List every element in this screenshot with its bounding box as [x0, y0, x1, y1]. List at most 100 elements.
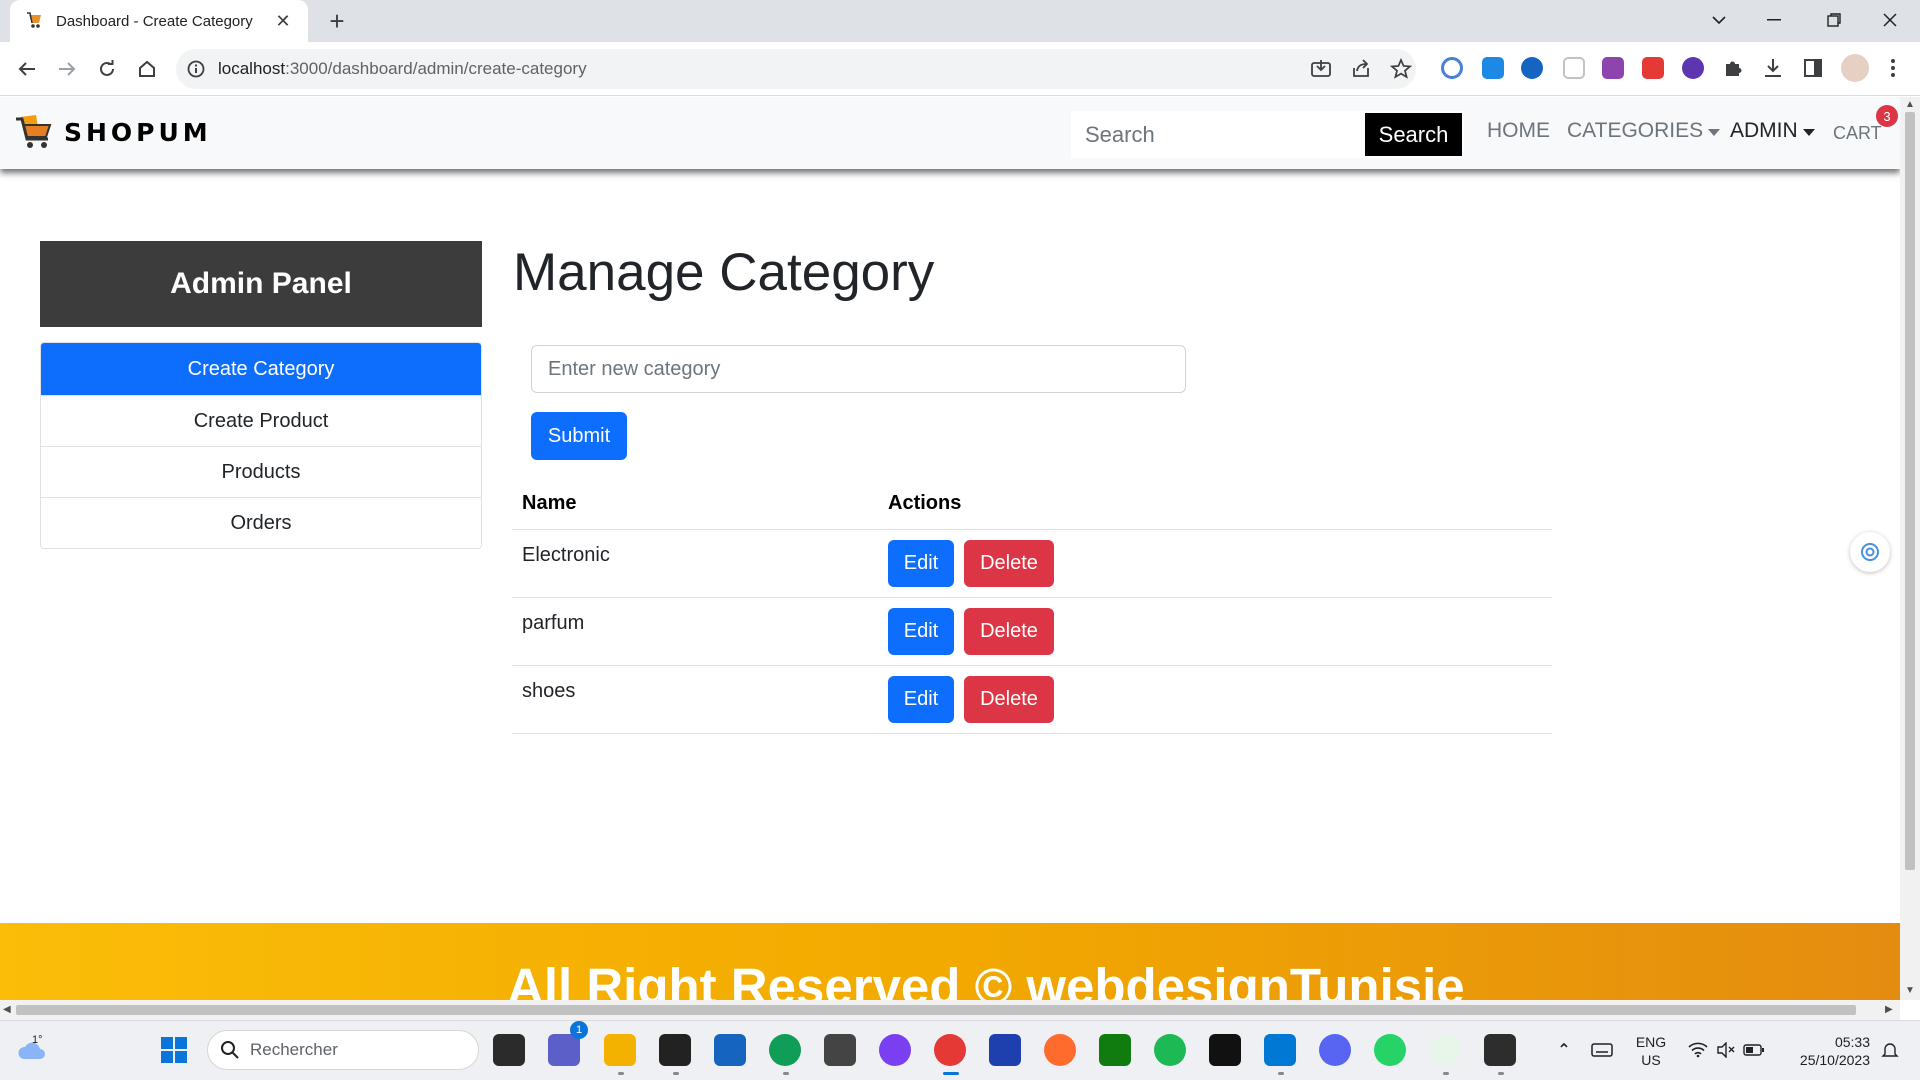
- close-window-button[interactable]: [1868, 0, 1912, 40]
- new-category-input[interactable]: [531, 345, 1186, 393]
- windows-start-icon[interactable]: [158, 1034, 190, 1066]
- discord-icon[interactable]: [1319, 1034, 1351, 1066]
- downloads-icon[interactable]: [1762, 57, 1784, 79]
- taskbar-search-placeholder: Rechercher: [250, 1040, 338, 1059]
- shop-favicon-icon: [26, 11, 46, 31]
- running-indicator: [618, 1072, 624, 1075]
- brand-link[interactable]: SHOPUM: [14, 113, 212, 151]
- scroll-up-arrow-icon[interactable]: ▲: [1905, 99, 1915, 110]
- site-search-button[interactable]: Search: [1363, 111, 1464, 158]
- extension-globe-icon[interactable]: [1682, 57, 1704, 79]
- spotify-icon[interactable]: [1154, 1034, 1186, 1066]
- dev-tool-icon[interactable]: [824, 1034, 856, 1066]
- table-header-row: Name Actions: [512, 479, 1552, 530]
- side-panel-icon[interactable]: [1802, 57, 1824, 79]
- shopping-cart-logo-icon: [14, 113, 54, 151]
- vscode-icon[interactable]: [1264, 1034, 1296, 1066]
- horizontal-scrollbar[interactable]: ◀ ▶: [0, 1000, 1900, 1020]
- back-arrow-icon[interactable]: [12, 54, 42, 84]
- category-name: Electronic: [512, 529, 878, 598]
- tab-close-icon[interactable]: ✕: [272, 10, 294, 32]
- vertical-scroll-thumb[interactable]: [1905, 112, 1915, 870]
- teams-icon[interactable]: [548, 1034, 580, 1066]
- sticky-notes-icon[interactable]: [659, 1034, 691, 1066]
- delete-button[interactable]: Delete: [964, 539, 1054, 587]
- weather-temp: 1°: [32, 1034, 43, 1046]
- column-header-name: Name: [512, 479, 878, 530]
- notification-bell-icon[interactable]: [1874, 1034, 1906, 1066]
- browser-menu-icon[interactable]: [1882, 57, 1904, 79]
- site-navbar: SHOPUM Search HOME CATEGORIES ADMIN CART…: [0, 97, 1900, 169]
- site-search-input[interactable]: [1071, 111, 1363, 158]
- address-bar[interactable]: localhost:3000/dashboard/admin/create-ca…: [176, 49, 1416, 89]
- messenger-icon[interactable]: [879, 1034, 911, 1066]
- forward-arrow-icon[interactable]: [52, 54, 82, 84]
- terminal-icon[interactable]: [1484, 1034, 1516, 1066]
- home-icon[interactable]: [132, 54, 162, 84]
- whatsapp-icon[interactable]: [1374, 1034, 1406, 1066]
- clock-time: 05:33: [1834, 1034, 1870, 1050]
- app-icon[interactable]: [989, 1034, 1021, 1066]
- horizontal-scroll-thumb[interactable]: [16, 1005, 1856, 1015]
- nav-cart-link[interactable]: CART: [1833, 123, 1882, 144]
- caret-down-icon: [1708, 128, 1721, 136]
- edit-button[interactable]: Edit: [888, 675, 954, 723]
- delete-button[interactable]: Delete: [964, 675, 1054, 723]
- restore-button[interactable]: [1812, 0, 1856, 40]
- chatgpt-assistant-icon[interactable]: [1850, 532, 1890, 572]
- scroll-right-arrow-icon[interactable]: ▶: [1885, 1004, 1893, 1015]
- microsoft-store-icon[interactable]: [714, 1034, 746, 1066]
- edge-icon[interactable]: [769, 1034, 801, 1066]
- tray-chevron-up-icon[interactable]: ⌃: [1548, 1034, 1580, 1066]
- scroll-left-arrow-icon[interactable]: ◀: [3, 1004, 11, 1015]
- admin-menu-create-category[interactable]: Create Category: [41, 343, 481, 395]
- extension-circle-icon[interactable]: [1441, 57, 1463, 79]
- scroll-down-arrow-icon[interactable]: ▼: [1905, 985, 1915, 996]
- extension-copy-icon[interactable]: [1563, 57, 1585, 79]
- search-icon: [221, 1041, 239, 1059]
- nav-home-link[interactable]: HOME: [1487, 119, 1550, 143]
- extension-drop-icon[interactable]: [1482, 57, 1504, 79]
- share-icon[interactable]: [1350, 58, 1372, 80]
- admin-menu-products[interactable]: Products: [41, 446, 481, 497]
- nav-categories-dropdown[interactable]: CATEGORIES: [1567, 119, 1721, 143]
- tab-search-chevron-icon[interactable]: [1697, 0, 1741, 40]
- keyboard-layout: US: [1641, 1052, 1661, 1068]
- taskbar-search[interactable]: Rechercher: [207, 1030, 479, 1070]
- extension-blue-icon[interactable]: [1521, 57, 1543, 79]
- edit-button[interactable]: Edit: [888, 607, 954, 655]
- postman-icon[interactable]: [1044, 1034, 1076, 1066]
- delete-button[interactable]: Delete: [964, 607, 1054, 655]
- extension-red-icon[interactable]: [1642, 57, 1664, 79]
- extensions-puzzle-icon[interactable]: [1722, 57, 1744, 79]
- url-host: localhost: [218, 59, 286, 78]
- taskbar-clock[interactable]: 05:33 25/10/2023: [1780, 1033, 1870, 1069]
- row-actions: Edit Delete: [878, 665, 1552, 734]
- profile-avatar[interactable]: [1841, 54, 1869, 82]
- language-indicator[interactable]: ENG US: [1634, 1033, 1668, 1069]
- running-indicator: [1278, 1072, 1284, 1075]
- adobe-icon[interactable]: [1209, 1034, 1241, 1066]
- mongodb-icon[interactable]: [1429, 1034, 1461, 1066]
- chrome-icon[interactable]: [934, 1034, 966, 1066]
- minimize-button[interactable]: [1752, 0, 1796, 40]
- edit-button[interactable]: Edit: [888, 539, 954, 587]
- keyboard-icon[interactable]: [1586, 1034, 1618, 1066]
- task-view-icon[interactable]: [493, 1034, 525, 1066]
- battery-icon[interactable]: [1738, 1034, 1770, 1066]
- nav-admin-dropdown[interactable]: ADMIN: [1730, 119, 1815, 143]
- admin-menu-orders[interactable]: Orders: [41, 497, 481, 548]
- extension-purple-icon[interactable]: [1602, 57, 1624, 79]
- submit-button[interactable]: Submit: [531, 412, 627, 460]
- new-tab-button[interactable]: +: [322, 6, 352, 36]
- install-app-icon[interactable]: [1310, 58, 1332, 80]
- reload-icon[interactable]: [92, 54, 122, 84]
- admin-menu-create-product[interactable]: Create Product: [41, 395, 481, 446]
- file-explorer-icon[interactable]: [604, 1034, 636, 1066]
- site-info-icon[interactable]: [186, 59, 206, 79]
- browser-tab[interactable]: Dashboard - Create Category ✕: [10, 0, 308, 42]
- category-name: parfum: [512, 597, 878, 666]
- xbox-icon[interactable]: [1099, 1034, 1131, 1066]
- bookmark-star-icon[interactable]: [1390, 58, 1412, 80]
- vertical-scrollbar[interactable]: ▲ ▼: [1900, 97, 1920, 1000]
